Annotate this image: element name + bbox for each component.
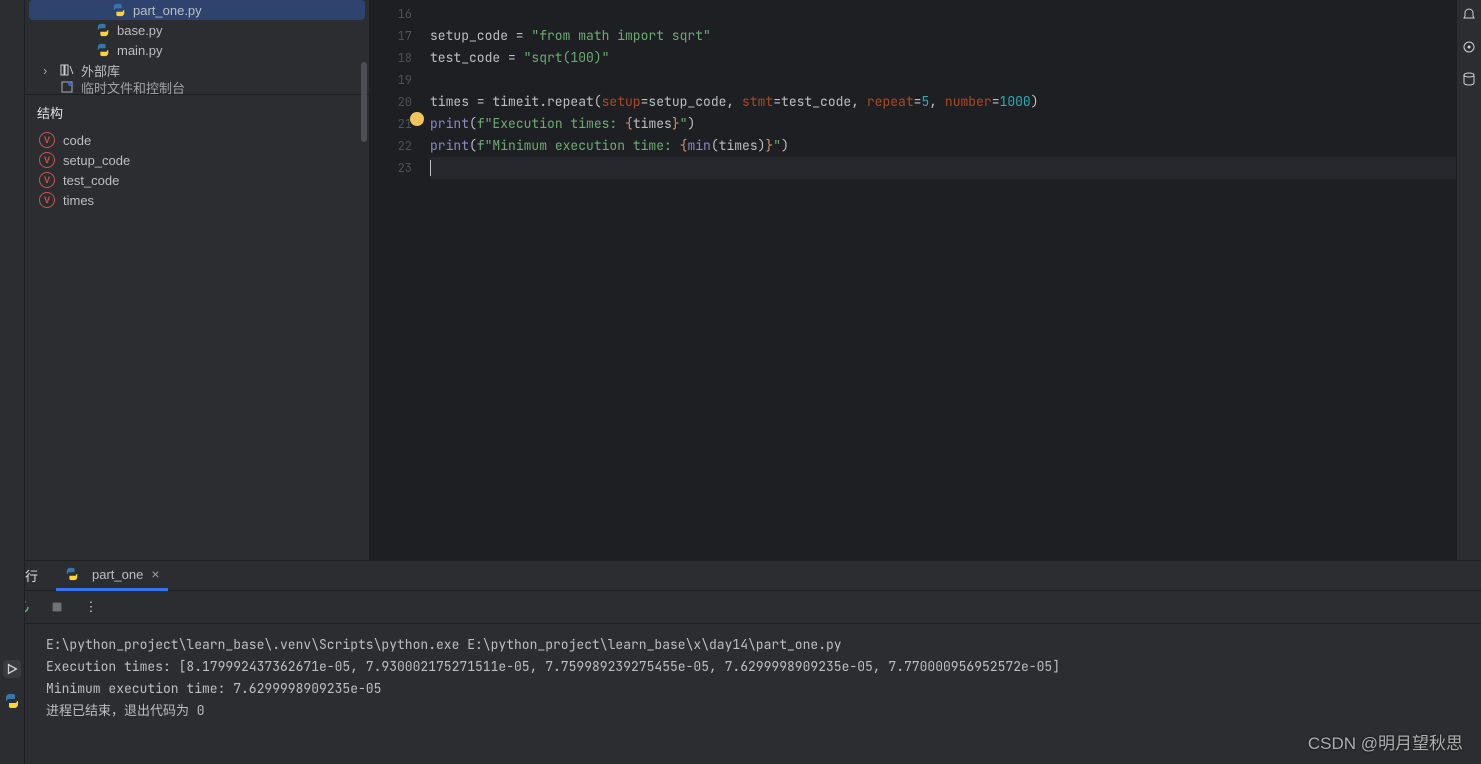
file-label: part_one.py [133, 3, 202, 18]
close-icon[interactable]: × [151, 566, 159, 582]
stop-icon[interactable] [48, 598, 66, 616]
intention-bulb-icon[interactable] [410, 112, 424, 126]
left-tool-gutter [0, 0, 25, 560]
run-tool-window: 运行 part_one × ⋮ ↑ ↓ [0, 560, 1481, 764]
python-console-rail-icon[interactable] [3, 692, 21, 710]
run-toolbar: ⋮ [0, 591, 1481, 624]
notifications-icon[interactable] [1460, 6, 1478, 24]
external-libs-node[interactable]: › 外部库 [25, 60, 369, 80]
console-line: 进程已结束，退出代码为 0 [46, 700, 1469, 722]
variable-icon: V [39, 132, 55, 148]
code-editor[interactable]: 1617181920212223 setup_code = "from math… [370, 0, 1481, 560]
structure-item-test_code[interactable]: Vtest_code [35, 170, 359, 190]
scratches-label: 临时文件和控制台 [81, 80, 185, 94]
python-icon [95, 22, 111, 38]
console-line: Execution times: [8.179992437362671e-05,… [46, 656, 1469, 678]
run-tab-active[interactable]: part_one × [56, 561, 168, 591]
code-line-21[interactable]: print(f"Execution times: {times}") [430, 113, 1481, 135]
line-number-gutter: 1617181920212223 [370, 0, 430, 560]
console-output[interactable]: E:\python_project\learn_base\.venv\Scrip… [34, 624, 1481, 764]
library-icon [59, 62, 75, 78]
python-icon [95, 42, 111, 58]
file-main-py[interactable]: main.py [25, 40, 369, 60]
structure-item-label: test_code [63, 173, 119, 188]
variable-icon: V [39, 172, 55, 188]
console-line: Minimum execution time: 7.6299998909235e… [46, 678, 1469, 700]
structure-item-setup_code[interactable]: Vsetup_code [35, 150, 359, 170]
console-line: E:\python_project\learn_base\.venv\Scrip… [46, 634, 1469, 656]
scratches-node[interactable]: 临时文件和控制台 [25, 80, 369, 94]
file-label: base.py [117, 23, 163, 38]
code-area[interactable]: setup_code = "from math import sqrt"test… [430, 0, 1481, 560]
code-line-16[interactable] [430, 3, 1481, 25]
left-bottom-rail [0, 560, 25, 764]
structure-item-times[interactable]: Vtimes [35, 190, 359, 210]
file-part_one-py[interactable]: part_one.py [29, 0, 365, 20]
python-icon [64, 566, 80, 582]
sidebar-scrollbar[interactable] [359, 60, 369, 94]
structure-item-code[interactable]: Vcode [35, 130, 359, 150]
more-icon[interactable]: ⋮ [82, 598, 100, 616]
scratch-icon [59, 80, 75, 94]
right-tool-rail [1456, 0, 1481, 560]
structure-item-label: times [63, 193, 94, 208]
code-line-23[interactable] [430, 157, 1481, 179]
chevron-right-icon: › [43, 63, 57, 78]
code-line-22[interactable]: print(f"Minimum execution time: {min(tim… [430, 135, 1481, 157]
file-base-py[interactable]: base.py [25, 20, 369, 40]
file-tree[interactable]: part_one.py base.py main.py [25, 0, 369, 60]
project-sidebar: part_one.py base.py main.py › 外部库 临时文件和控制台… [25, 0, 370, 560]
code-line-18[interactable]: test_code = "sqrt(100)" [430, 47, 1481, 69]
database-icon[interactable] [1460, 70, 1478, 88]
code-line-20[interactable]: times = timeit.repeat(setup=setup_code, … [430, 91, 1481, 113]
structure-header: 结构 [25, 94, 369, 128]
structure-item-label: setup_code [63, 153, 130, 168]
python-icon [111, 2, 127, 18]
structure-list: VcodeVsetup_codeVtest_codeVtimes [25, 128, 369, 212]
file-label: main.py [117, 43, 163, 58]
external-libs-label: 外部库 [81, 61, 120, 80]
run-rail-icon[interactable] [3, 660, 21, 678]
code-line-17[interactable]: setup_code = "from math import sqrt" [430, 25, 1481, 47]
run-tab-label: part_one [92, 567, 143, 582]
code-line-19[interactable] [430, 69, 1481, 91]
structure-item-label: code [63, 133, 91, 148]
watermark: CSDN @明月望秋思 [1308, 729, 1463, 754]
ai-icon[interactable] [1460, 38, 1478, 56]
variable-icon: V [39, 192, 55, 208]
variable-icon: V [39, 152, 55, 168]
run-tabs: 运行 part_one × [0, 561, 1481, 591]
